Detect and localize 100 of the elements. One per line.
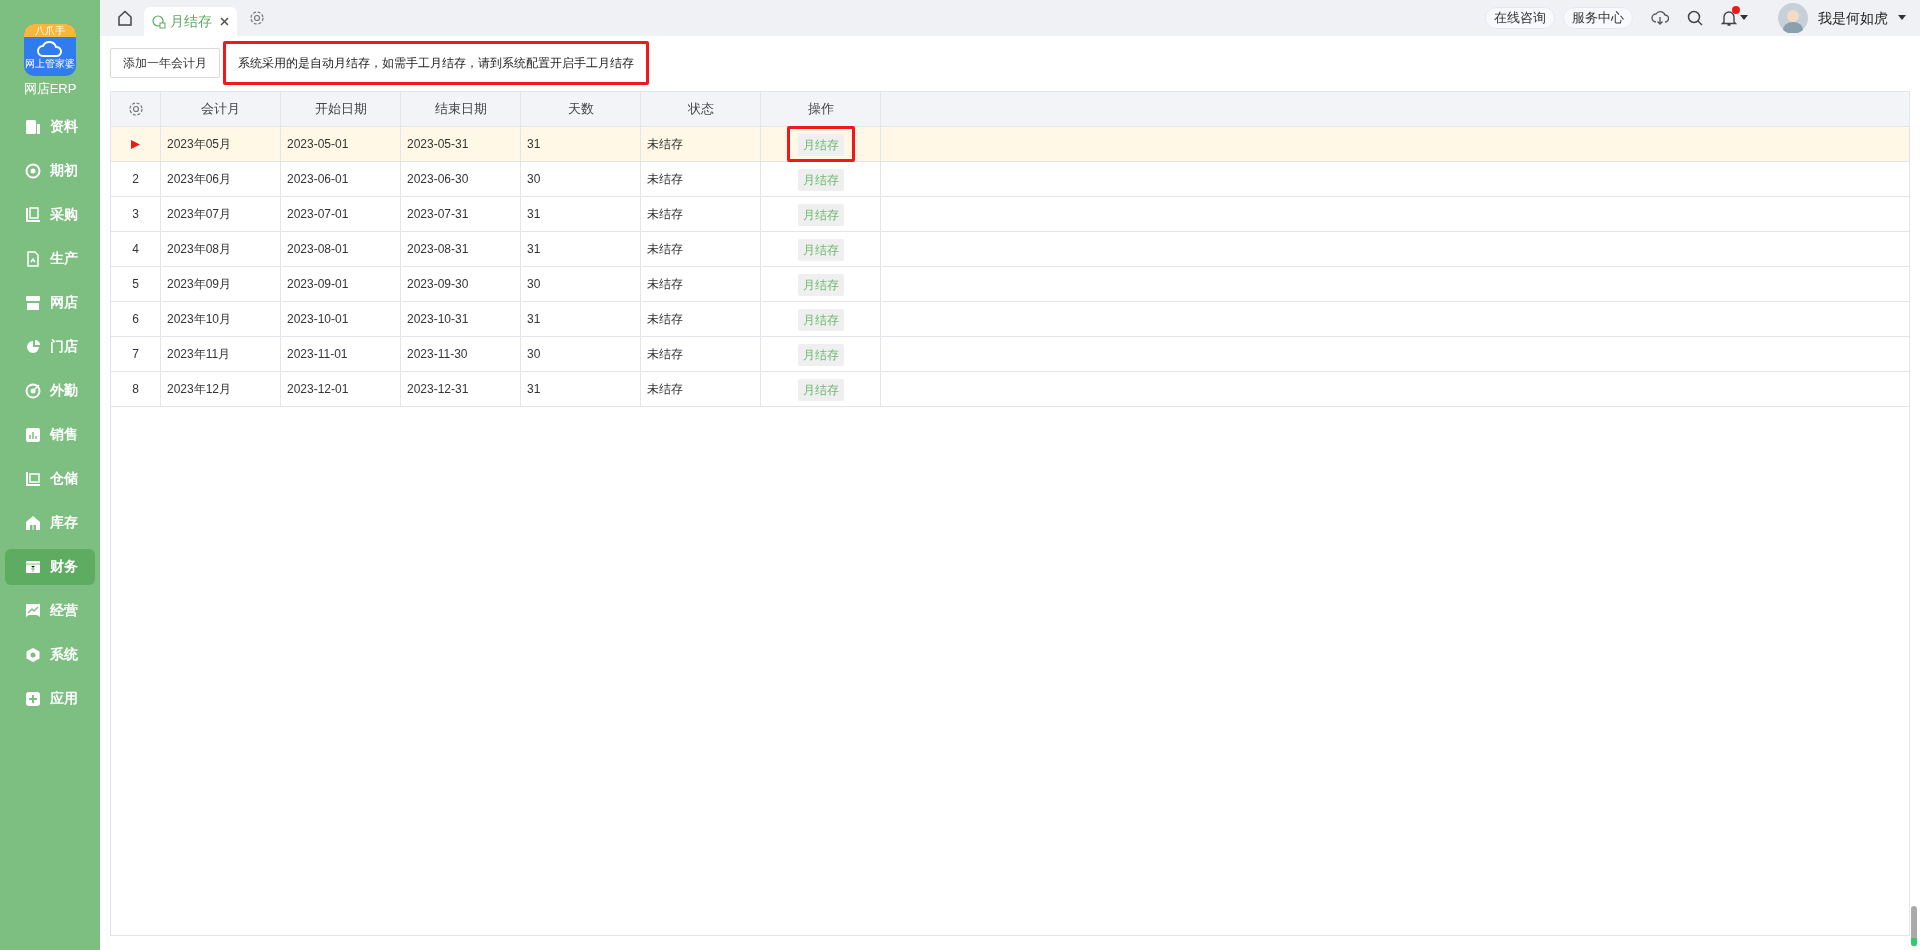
table-row[interactable]: 7 2023年11月 2023-11-01 2023-11-30 30 未结存 月结存 xyxy=(111,337,1909,372)
month-close-button[interactable]: 月结存 xyxy=(797,344,844,366)
search-icon[interactable] xyxy=(1687,10,1703,26)
table-cell-text: 2023-05-31 xyxy=(407,136,469,153)
wallet-icon xyxy=(25,558,41,575)
table-cell-text: 2023-07-31 xyxy=(407,206,469,223)
table-cell-text: 未结存 xyxy=(647,241,683,258)
month-close-button[interactable]: 月结存 xyxy=(797,309,844,331)
sidebar-item[interactable]: 期初 xyxy=(5,152,95,189)
table-cell-text: 2023-06-30 xyxy=(407,171,469,188)
table-cell-text: 2023-09-01 xyxy=(287,276,349,293)
target-icon xyxy=(25,162,41,179)
table-row[interactable]: 8 2023年12月 2023-12-01 2023-12-31 31 未结存 月结存 xyxy=(111,372,1909,407)
table-cell-text: 31 xyxy=(527,136,541,153)
hexagon-icon xyxy=(25,646,41,663)
store-icon xyxy=(25,294,41,311)
table-cell-text: 30 xyxy=(527,171,541,188)
table-cell-text: 未结存 xyxy=(647,206,683,223)
column-header[interactable]: 结束日期 xyxy=(401,92,521,126)
caret-icon[interactable] xyxy=(1898,15,1906,21)
file-icon xyxy=(25,250,41,267)
current-row-arrow-icon xyxy=(131,139,140,149)
tab[interactable]: 月结存 xyxy=(144,7,237,36)
notification-bell[interactable] xyxy=(1721,9,1737,27)
table-cell-text: 2023-12-31 xyxy=(407,381,469,398)
sidebar-item[interactable]: 外勤 xyxy=(5,372,95,409)
add-fiscal-year-button[interactable]: 添加一年会计月 xyxy=(110,48,220,78)
sidebar-item[interactable]: 经营 xyxy=(5,592,95,629)
table-cell-text: 2023-05-01 xyxy=(287,136,349,153)
month-close-button[interactable]: 月结存 xyxy=(797,169,844,191)
settings-icon[interactable] xyxy=(249,10,265,26)
cloud-icon xyxy=(36,40,64,58)
column-header[interactable]: 状态 xyxy=(641,92,761,126)
table-cell-text: 30 xyxy=(527,346,541,363)
table-cell-text: 未结存 xyxy=(647,311,683,328)
table-row[interactable]: 5 2023年09月 2023-09-01 2023-09-30 30 未结存 月结存 xyxy=(111,267,1909,302)
table-cell-text: 2023年10月 xyxy=(167,311,232,328)
cloud-download-icon[interactable] xyxy=(1651,10,1669,26)
sidebar-item[interactable]: 系统 xyxy=(5,636,95,673)
row-number: 5 xyxy=(132,276,139,293)
table-cell-text: 2023-09-30 xyxy=(407,276,469,293)
sidebar-item[interactable]: 采购 xyxy=(5,196,95,233)
row-number: 8 xyxy=(132,381,139,398)
table-cell-text: 2023-07-01 xyxy=(287,206,349,223)
column-header[interactable]: 天数 xyxy=(521,92,641,126)
month-close-button[interactable]: 月结存 xyxy=(797,379,844,401)
plus-icon xyxy=(25,690,41,707)
user-name[interactable]: 我是何如虎 xyxy=(1818,7,1888,29)
table-cell-text: 2023年12月 xyxy=(167,381,232,398)
pie-chart-icon xyxy=(25,338,41,355)
month-close-button[interactable]: 月结存 xyxy=(797,239,844,261)
scrollbar[interactable] xyxy=(1911,906,1917,946)
column-header[interactable]: 操作 xyxy=(761,92,881,126)
header-link[interactable]: 服务中心 xyxy=(1563,7,1633,29)
logo-caption: 网上管家婆 xyxy=(25,58,75,70)
table-row[interactable]: 6 2023年10月 2023-10-01 2023-10-31 31 未结存 月结存 xyxy=(111,302,1909,337)
month-close-button[interactable]: 月结存 xyxy=(797,134,844,156)
table-cell-text: 31 xyxy=(527,241,541,258)
table-cell-text: 未结存 xyxy=(647,136,683,153)
sidebar-item[interactable]: 财务 xyxy=(5,548,95,585)
table-row[interactable]: 4 2023年08月 2023-08-01 2023-08-31 31 未结存 月结存 xyxy=(111,232,1909,267)
tray-icon xyxy=(25,470,41,487)
table-cell-text: 未结存 xyxy=(647,171,683,188)
table-cell-text: 2023年11月 xyxy=(167,346,231,363)
column-header[interactable]: 开始日期 xyxy=(281,92,401,126)
month-close-button[interactable]: 月结存 xyxy=(797,204,844,226)
sidebar-item[interactable]: 资料 xyxy=(5,108,95,145)
table-row[interactable]: 3 2023年07月 2023-07-01 2023-07-31 31 未结存 月结存 xyxy=(111,197,1909,232)
table-cell-text: 31 xyxy=(527,206,541,223)
column-header[interactable]: 会计月 xyxy=(161,92,281,126)
table-cell-text: 31 xyxy=(527,381,541,398)
sidebar-item[interactable]: 销售 xyxy=(5,416,95,453)
table-cell-text: 未结存 xyxy=(647,381,683,398)
header-link[interactable]: 在线咨询 xyxy=(1485,7,1555,29)
tray-icon xyxy=(25,206,41,223)
sidebar-item[interactable]: 网店 xyxy=(5,284,95,321)
notice-text: 系统采用的是自动月结存，如需手工月结存，请到系统配置开启手工月结存 xyxy=(223,41,649,85)
table-cell-text: 2023-08-31 xyxy=(407,241,469,258)
month-close-button[interactable]: 月结存 xyxy=(797,274,844,296)
sidebar-item[interactable]: 门店 xyxy=(5,328,95,365)
table-cell-text: 未结存 xyxy=(647,276,683,293)
home-icon[interactable] xyxy=(116,9,134,27)
sidebar-item[interactable]: 生产 xyxy=(5,240,95,277)
close-icon[interactable] xyxy=(220,17,229,26)
sidebar-item[interactable]: 仓储 xyxy=(5,460,95,497)
row-number: 7 xyxy=(132,346,139,363)
sidebar-item[interactable]: 库存 xyxy=(5,504,95,541)
table-cell-text: 2023年08月 xyxy=(167,241,232,258)
app-name: 网店ERP xyxy=(23,80,77,98)
table-row[interactable]: 2023年05月 2023-05-01 2023-05-31 31 未结存 月结存 xyxy=(111,127,1909,162)
caret-icon[interactable] xyxy=(1740,15,1748,21)
table-row[interactable]: 2 2023年06月 2023-06-01 2023-06-30 30 未结存 月结存 xyxy=(111,162,1909,197)
chart-icon xyxy=(25,602,41,619)
table-cell-text: 2023年09月 xyxy=(167,276,232,293)
table-cell-text: 2023-10-01 xyxy=(287,311,349,328)
house-icon xyxy=(25,514,41,531)
row-number: 6 xyxy=(132,311,139,328)
settings-icon[interactable] xyxy=(127,101,144,117)
table-cell-text: 2023-06-01 xyxy=(287,171,349,188)
sidebar-item[interactable]: 应用 xyxy=(5,680,95,717)
